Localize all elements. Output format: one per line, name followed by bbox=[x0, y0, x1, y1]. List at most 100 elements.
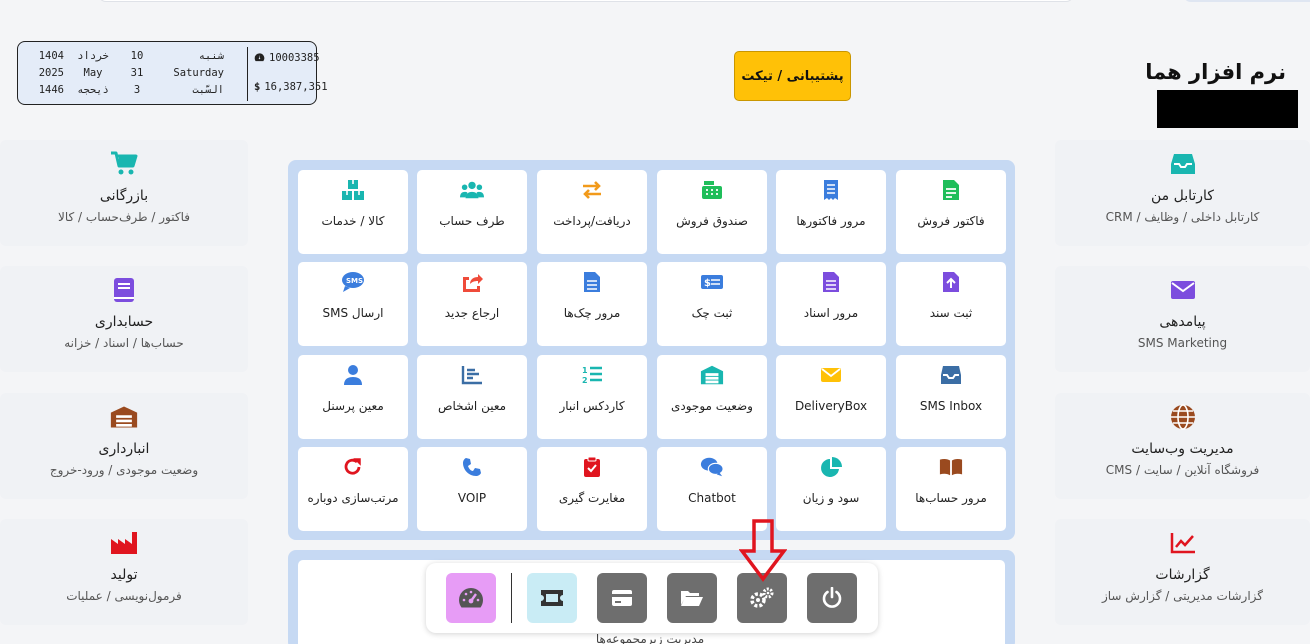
credit-card-icon bbox=[612, 590, 632, 606]
files-button[interactable] bbox=[667, 573, 717, 623]
card-subtitle: SMS Marketing bbox=[1137, 336, 1228, 350]
tile-label: مغایرت گیری bbox=[558, 491, 626, 505]
file-invoice-icon bbox=[939, 178, 963, 202]
tile-label: صندوق فروش bbox=[676, 214, 748, 228]
svg-text:2: 2 bbox=[582, 376, 588, 385]
tile-warehouse-kardex[interactable]: 12 کاردکس انبار bbox=[537, 355, 647, 439]
tile-cash-register[interactable]: صندوق فروش bbox=[657, 170, 767, 254]
tile-label: طرف حساب bbox=[439, 214, 505, 228]
card-website-management[interactable]: مدیریت وب‌سایت فروشگاه آنلاین / سایت / C… bbox=[1055, 393, 1310, 499]
list-ol-icon: 12 bbox=[580, 363, 604, 387]
subsidiaries-label: مدیریت زیرمجموعه‌ها bbox=[595, 632, 705, 644]
red-arrow-annotation bbox=[739, 519, 787, 582]
tile-sms-inbox[interactable]: SMS Inbox bbox=[896, 355, 1006, 439]
tile-person-ledger[interactable]: معین اشخاص bbox=[417, 355, 527, 439]
card-accounting[interactable]: حسابداری حساب‌ها / اسناد / خزانه bbox=[0, 266, 248, 372]
bottom-dock bbox=[426, 563, 878, 633]
date-row-gregorian: 2025 May 31 Saturday bbox=[26, 64, 238, 81]
tile-label: مرور چک‌ها bbox=[563, 306, 621, 320]
card-reports[interactable]: گزارشات گزارشات مدیریتی / گزارش ساز bbox=[1055, 519, 1310, 625]
ticket-icon bbox=[541, 590, 563, 606]
tile-label: ثبت چک bbox=[691, 306, 733, 320]
folder-open-icon bbox=[681, 591, 703, 606]
payment-button[interactable] bbox=[597, 573, 647, 623]
book-icon bbox=[110, 276, 138, 304]
date-year: 1446 bbox=[38, 83, 64, 96]
tile-label: ارسال SMS bbox=[322, 306, 384, 320]
tile-voip[interactable]: VOIP bbox=[417, 447, 527, 531]
card-title: بازرگانی bbox=[99, 188, 149, 204]
card-messaging[interactable]: پیامدهی SMS Marketing bbox=[1055, 266, 1310, 372]
ticket-button[interactable] bbox=[527, 573, 577, 623]
tile-browse-invoices[interactable]: مرور فاکتورها bbox=[776, 170, 886, 254]
tile-reorder[interactable]: مرتب‌سازی دوباره bbox=[298, 447, 408, 531]
card-title: حسابداری bbox=[94, 314, 154, 330]
tile-label: معین پرسنل bbox=[322, 399, 384, 413]
power-icon bbox=[822, 587, 842, 608]
date-year: 1404 bbox=[38, 49, 64, 62]
date-row-jalali: 1404 خرداد 10 شنبه bbox=[26, 47, 238, 64]
dollar-icon: $ bbox=[254, 80, 261, 93]
tile-record-check[interactable]: $ ثبت چک bbox=[657, 262, 767, 346]
top-search-bar[interactable] bbox=[98, 0, 1074, 2]
tile-label: مرتب‌سازی دوباره bbox=[307, 491, 399, 505]
date-day: 31 bbox=[130, 66, 144, 79]
warehouse-icon bbox=[110, 403, 138, 431]
tile-label: ارجاع جدید bbox=[444, 306, 500, 320]
card-title: انبارداری bbox=[98, 441, 150, 457]
dashboard-button[interactable] bbox=[446, 573, 496, 623]
tile-record-document[interactable]: ثبت سند bbox=[896, 262, 1006, 346]
cash-register-icon bbox=[700, 178, 724, 202]
tile-label: دریافت/پرداخت bbox=[553, 214, 631, 228]
globe-icon bbox=[1169, 403, 1197, 431]
tile-browse-accounts[interactable]: مرور حساب‌ها bbox=[896, 447, 1006, 531]
tile-label: DeliveryBox bbox=[794, 399, 868, 413]
card-my-cartable[interactable]: کارتابل من کارتابل داخلی / وظایف / CRM bbox=[1055, 140, 1310, 246]
tile-send-sms[interactable]: SMS ارسال SMS bbox=[298, 262, 408, 346]
file-alt-icon bbox=[819, 270, 843, 294]
shopping-cart-icon bbox=[110, 150, 138, 178]
card-commerce[interactable]: بازرگانی فاکتور / طرف‌حساب / کالا bbox=[0, 140, 248, 246]
boxes-icon bbox=[341, 178, 365, 202]
money-check-icon: $ bbox=[700, 270, 724, 294]
envelope-icon bbox=[1169, 276, 1197, 304]
tile-stock-status[interactable]: وضعیت موجودی bbox=[657, 355, 767, 439]
tile-label: ثبت سند bbox=[929, 306, 973, 320]
tile-sales-invoice[interactable]: فاکتور فروش bbox=[896, 170, 1006, 254]
card-title: تولید bbox=[110, 567, 138, 583]
card-subtitle: گزارشات مدیریتی / گزارش ساز bbox=[1101, 589, 1264, 603]
date-info-box: 1404 خرداد 10 شنبه 2025 May 31 Saturday … bbox=[17, 41, 328, 105]
tile-delivery-box[interactable]: DeliveryBox bbox=[776, 355, 886, 439]
tile-goods-services[interactable]: کالا / خدمات bbox=[298, 170, 408, 254]
card-production[interactable]: تولید فرمول‌نویسی / عملیات bbox=[0, 519, 248, 625]
support-ticket-button[interactable]: پشتیبانی / تیکت bbox=[734, 51, 851, 101]
tile-label: مرور اسناد bbox=[803, 306, 859, 320]
tile-browse-documents[interactable]: مرور اسناد bbox=[776, 262, 886, 346]
card-inventory[interactable]: انبارداری وضعیت موجودی / ورود-خروج bbox=[0, 393, 248, 499]
share-square-icon bbox=[460, 270, 484, 294]
book-open-icon bbox=[939, 455, 963, 479]
card-title: گزارشات bbox=[1155, 567, 1210, 583]
tile-label: معین اشخاص bbox=[437, 399, 507, 413]
balance-stat: $ 16,387,351 bbox=[254, 78, 328, 95]
sms-icon: SMS bbox=[341, 270, 365, 294]
tile-receive-pay[interactable]: دریافت/پرداخت bbox=[537, 170, 647, 254]
card-subtitle: وضعیت موجودی / ورود-خروج bbox=[49, 463, 199, 477]
tile-label: سود و زیان bbox=[802, 491, 860, 505]
date-day: 3 bbox=[133, 83, 141, 96]
logout-button[interactable] bbox=[807, 573, 857, 623]
tile-browse-checks[interactable]: مرور چک‌ها bbox=[537, 262, 647, 346]
chart-bar-icon bbox=[460, 363, 484, 387]
svg-text:1: 1 bbox=[582, 366, 588, 375]
tile-personnel-ledger[interactable]: معین پرسنل bbox=[298, 355, 408, 439]
svg-text:$: $ bbox=[704, 278, 711, 289]
top-action-pill[interactable] bbox=[1183, 0, 1310, 2]
warehouse-icon bbox=[700, 363, 724, 387]
tile-reconciliation[interactable]: مغایرت گیری bbox=[537, 447, 647, 531]
tile-label: کالا / خدمات bbox=[321, 214, 385, 228]
card-subtitle: حساب‌ها / اسناد / خزانه bbox=[64, 336, 184, 350]
card-title: مدیریت وب‌سایت bbox=[1131, 441, 1234, 457]
tile-profit-loss[interactable]: سود و زیان bbox=[776, 447, 886, 531]
tile-counterparty[interactable]: طرف حساب bbox=[417, 170, 527, 254]
tile-new-referral[interactable]: ارجاع جدید bbox=[417, 262, 527, 346]
